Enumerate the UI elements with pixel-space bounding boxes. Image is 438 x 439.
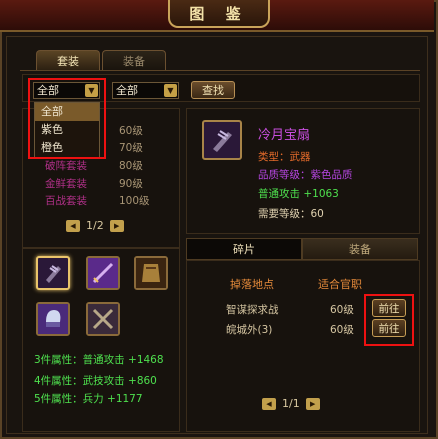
- suit-level: 70级: [119, 142, 143, 154]
- next-page-icon[interactable]: ▶: [305, 397, 320, 410]
- drop-level: 60级: [330, 324, 354, 336]
- helmet-icon[interactable]: [36, 302, 70, 336]
- column-header-location: 掉落地点: [230, 278, 274, 291]
- drop-location: 智谋探求战: [226, 304, 279, 316]
- suit-level: 80级: [119, 160, 143, 172]
- suit-level: 90级: [119, 178, 143, 190]
- item-stat: 普通攻击 +1063: [258, 188, 339, 200]
- prev-page-icon[interactable]: ◀: [262, 397, 276, 410]
- next-page-icon[interactable]: ▶: [109, 219, 124, 232]
- armor-icon[interactable]: [134, 256, 168, 290]
- list-item[interactable]: 破阵套装 80级: [23, 158, 181, 174]
- crossed-weapons-icon[interactable]: [86, 302, 120, 336]
- tab-fragments[interactable]: 碎片: [186, 238, 302, 260]
- window-title: 图 鉴: [168, 0, 270, 28]
- level-select-value: 全部: [116, 84, 138, 97]
- highlight-box: [28, 78, 106, 159]
- tab-equipment-drop[interactable]: 装备: [302, 238, 418, 260]
- set-bonus-5: 5件属性：兵力 +1177: [34, 393, 143, 405]
- search-button[interactable]: 查找: [191, 81, 235, 99]
- drop-level: 60级: [330, 304, 354, 316]
- drop-pager: ◀ 1/1 ▶: [262, 397, 320, 410]
- tab-divider: [20, 70, 420, 71]
- sword-icon[interactable]: [86, 256, 120, 290]
- suit-name: 金鲜套装: [45, 178, 87, 190]
- column-header-rank: 适合官职: [318, 278, 362, 291]
- prev-page-icon[interactable]: ◀: [66, 219, 80, 232]
- tab-equipment[interactable]: 装备: [102, 50, 166, 70]
- suit-level: 100级: [119, 195, 150, 207]
- suit-level: 60级: [119, 125, 143, 137]
- list-item[interactable]: 百战套装 100级: [23, 193, 181, 209]
- chevron-down-icon[interactable]: ▼: [164, 84, 177, 97]
- item-quality: 品质等级：紫色品质: [258, 169, 353, 181]
- tab-suit[interactable]: 套装: [36, 50, 100, 70]
- claw-weapon-icon: [202, 120, 242, 160]
- highlight-box: [364, 294, 414, 346]
- suit-pager: ◀ 1/2 ▶: [66, 219, 124, 232]
- suit-name: 百战套装: [45, 195, 87, 207]
- item-type: 类型：武器: [258, 151, 311, 163]
- level-select[interactable]: 全部 ▼: [112, 82, 179, 99]
- page-indicator: 1/2: [86, 219, 104, 232]
- claw-weapon-icon[interactable]: [36, 256, 70, 290]
- page-indicator: 1/1: [282, 397, 300, 410]
- list-item[interactable]: 金鲜套装 90级: [23, 176, 181, 192]
- item-required-level: 需要等级：60: [258, 208, 324, 220]
- set-bonus-4: 4件属性：武技攻击 +860: [34, 375, 157, 387]
- drop-location: 皖城外(3): [226, 324, 273, 336]
- set-bonus-3: 3件属性：普通攻击 +1468: [34, 354, 164, 366]
- suit-name: 破阵套装: [45, 160, 87, 172]
- item-name: 冷月宝扇: [258, 128, 311, 143]
